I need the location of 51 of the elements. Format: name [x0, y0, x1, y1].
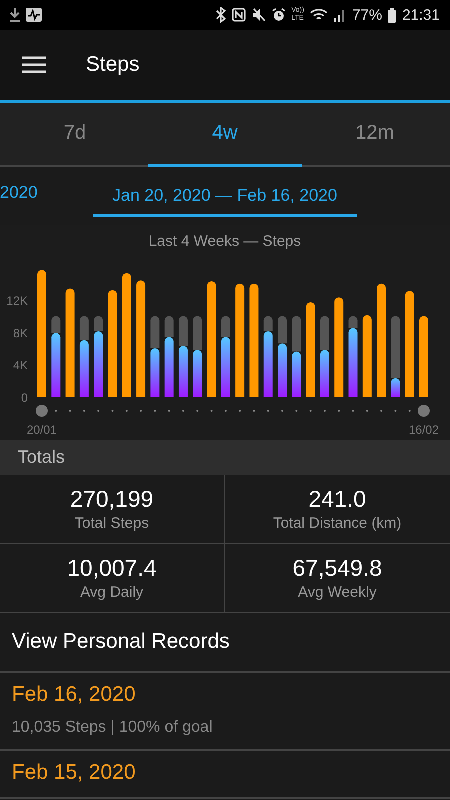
steps-bar	[193, 350, 202, 397]
signal-icon	[334, 8, 346, 22]
nfc-icon	[232, 8, 246, 22]
stat-label: Total Distance (km)	[273, 515, 402, 532]
wifi-icon	[310, 8, 328, 22]
personal-records-link[interactable]: View Personal Records	[0, 613, 450, 673]
y-axis-label: 0	[21, 391, 28, 405]
steps-bar	[264, 332, 273, 397]
activity-icon	[26, 8, 42, 22]
stat-value: 270,199	[70, 486, 154, 513]
steps-bar	[150, 348, 160, 397]
range-handle[interactable]	[36, 405, 48, 417]
stat-label: Total Steps	[74, 515, 150, 532]
stat-value: 241.0	[308, 486, 366, 513]
battery-percent: 77%	[352, 6, 382, 24]
steps-bar	[221, 337, 230, 397]
steps-bar	[80, 340, 89, 397]
clock-time: 21:31	[402, 6, 440, 24]
chart-title: Last 4 Weeks — Steps	[148, 233, 302, 250]
day-date[interactable]: Feb 16, 2020	[12, 683, 438, 707]
date-range[interactable]: Jan 20, 2020 — Feb 16, 2020	[92, 180, 358, 216]
day-summary: 10,035 Steps | 100% of goal	[12, 719, 214, 737]
stat-value: 67,549.8	[292, 555, 382, 582]
steps-bar	[178, 346, 188, 397]
x-axis-label: 20/01	[26, 423, 58, 437]
screen-title: Steps	[86, 53, 140, 77]
y-axis-label: 12K	[6, 294, 28, 308]
steps-bar	[348, 328, 358, 397]
steps-bar	[292, 352, 302, 397]
stat-label: Avg Daily	[80, 584, 144, 601]
steps-bar	[278, 344, 288, 397]
stat-label: Avg Weekly	[298, 584, 377, 601]
x-axis-label: 16/02	[408, 423, 440, 437]
steps-bar	[164, 337, 174, 397]
download-icon	[10, 8, 20, 22]
bluetooth-icon	[216, 7, 226, 23]
steps-bar	[52, 333, 61, 397]
day-date[interactable]: Feb 15, 2020	[12, 761, 438, 785]
y-axis-label: 4K	[13, 358, 28, 373]
y-axis-label: 8K	[13, 326, 28, 340]
steps-bar	[320, 350, 330, 397]
battery-icon	[388, 8, 396, 22]
steps-bar	[94, 332, 104, 397]
mute-icon	[252, 8, 266, 22]
previous-range[interactable]: 2020	[0, 183, 38, 203]
totals-header: Totals	[0, 440, 450, 475]
alarm-icon	[272, 8, 286, 22]
stat-value: 10,007.4	[67, 555, 157, 582]
range-handle[interactable]	[418, 405, 430, 417]
steps-bar	[391, 378, 400, 397]
menu-icon[interactable]	[22, 56, 46, 74]
